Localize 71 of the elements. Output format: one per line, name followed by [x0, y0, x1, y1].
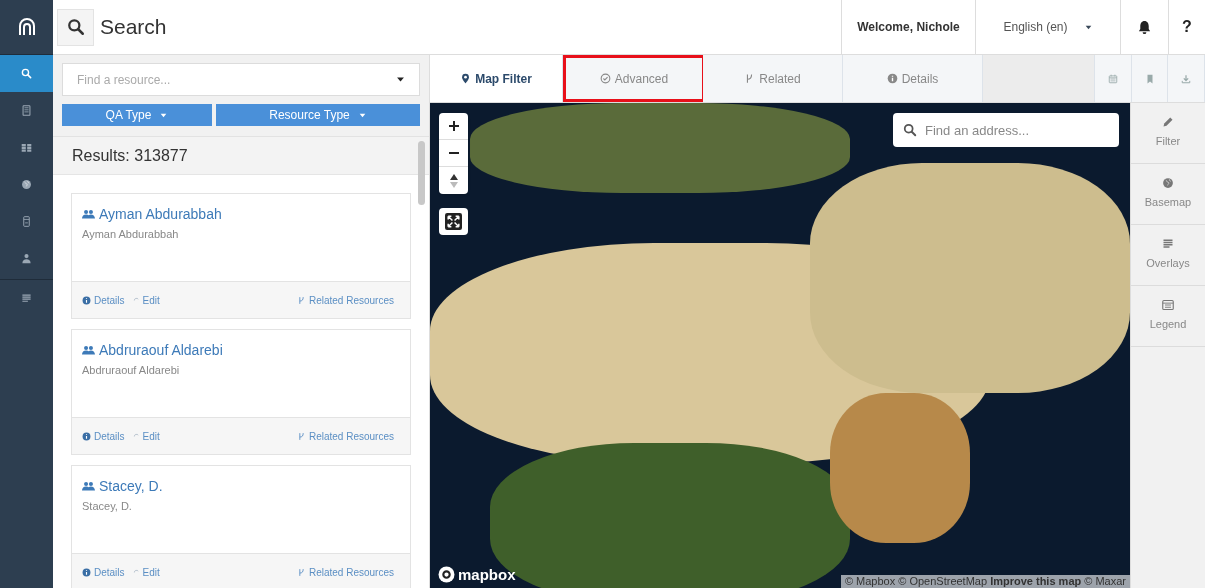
branch-icon	[296, 431, 306, 441]
satellite-map[interactable]	[430, 103, 1130, 588]
help-button[interactable]: ?	[1168, 0, 1205, 54]
info-icon	[82, 295, 91, 305]
related-resources-link[interactable]: Related Resources	[296, 564, 394, 580]
info-icon	[82, 431, 91, 441]
grid-icon	[21, 142, 32, 153]
tab[interactable]: Advanced	[563, 55, 703, 102]
filter-dropdown[interactable]: QA Type	[62, 104, 212, 126]
search-icon	[66, 18, 85, 36]
branch-icon	[296, 295, 306, 305]
scrollbar[interactable]	[418, 141, 425, 205]
fullscreen-button[interactable]	[439, 208, 468, 235]
pencil-icon	[1162, 116, 1174, 129]
edit-link[interactable]: Edit	[132, 292, 160, 308]
details-link[interactable]: Details	[82, 292, 125, 308]
map-tool-button[interactable]: Basemap	[1131, 164, 1205, 225]
mapbox-logo-icon	[438, 566, 455, 584]
map-tool-button[interactable]: Legend	[1131, 286, 1205, 347]
map-attribution: © Mapbox © OpenStreetMap Improve this map © Maxar	[840, 575, 1130, 588]
users-icon	[82, 480, 95, 493]
check-circle-icon	[599, 73, 611, 84]
related-resources-link[interactable]: Related Resources	[296, 292, 394, 308]
page-title: Search	[100, 14, 167, 41]
user-icon	[21, 253, 32, 264]
resource-subtitle: Ayman Abdurabbah	[82, 227, 180, 242]
branch-icon	[296, 567, 306, 577]
map-logo-text: mapbox	[458, 564, 516, 585]
list-icon	[21, 292, 32, 304]
tab[interactable]: Related	[703, 55, 843, 102]
compass-icon	[449, 173, 458, 188]
resource-search-field[interactable]: Find a resource...	[62, 63, 420, 96]
filter-dropdown[interactable]: Resource Type	[216, 104, 420, 126]
document-icon	[21, 105, 32, 116]
info-icon	[886, 73, 898, 84]
address-search-field[interactable]: Find an address...	[893, 113, 1119, 147]
map-tool-button[interactable]: Overlays	[1131, 225, 1205, 286]
resource-subtitle: Stacey, D.	[82, 499, 133, 514]
users-icon	[82, 344, 95, 357]
globe-icon	[21, 179, 32, 190]
related-resources-link[interactable]: Related Resources	[296, 428, 394, 444]
globe-icon	[1162, 177, 1174, 190]
plus-icon	[448, 121, 459, 131]
search-icon	[21, 68, 32, 79]
minus-icon	[448, 152, 459, 154]
map-tool-button[interactable]: Filter	[1131, 103, 1205, 164]
map-pin-icon	[460, 73, 472, 84]
expand-icon	[445, 213, 462, 230]
tab[interactable]: Map Filter	[430, 55, 563, 102]
legend-icon	[1162, 299, 1174, 312]
info-icon	[82, 567, 91, 577]
details-link[interactable]: Details	[82, 428, 125, 444]
details-link[interactable]: Details	[82, 564, 125, 580]
users-icon	[82, 208, 95, 221]
bell-icon	[1137, 19, 1152, 35]
results-count: Results: 313877	[53, 137, 429, 175]
resource-title-link[interactable]: Abdruraouf Aldarebi	[99, 340, 223, 361]
welcome-text: Welcome, Nichole	[841, 0, 975, 54]
edit-link[interactable]: Edit	[132, 428, 160, 444]
resource-title-link[interactable]: Stacey, D.	[99, 476, 163, 497]
edit-link[interactable]: Edit	[132, 564, 160, 580]
download-icon	[1181, 73, 1192, 84]
search-icon	[903, 123, 917, 137]
arch-logo-icon	[16, 17, 37, 37]
resource-subtitle: Abdruraouf Aldarebi	[82, 363, 181, 378]
caret-icon	[395, 74, 406, 85]
language-dropdown[interactable]: English (en)	[975, 0, 1120, 54]
card-icon	[21, 216, 32, 227]
resource-title-link[interactable]: Ayman Abdurabbah	[99, 204, 222, 225]
calendar-icon	[1107, 73, 1118, 84]
list-icon	[1162, 238, 1174, 251]
